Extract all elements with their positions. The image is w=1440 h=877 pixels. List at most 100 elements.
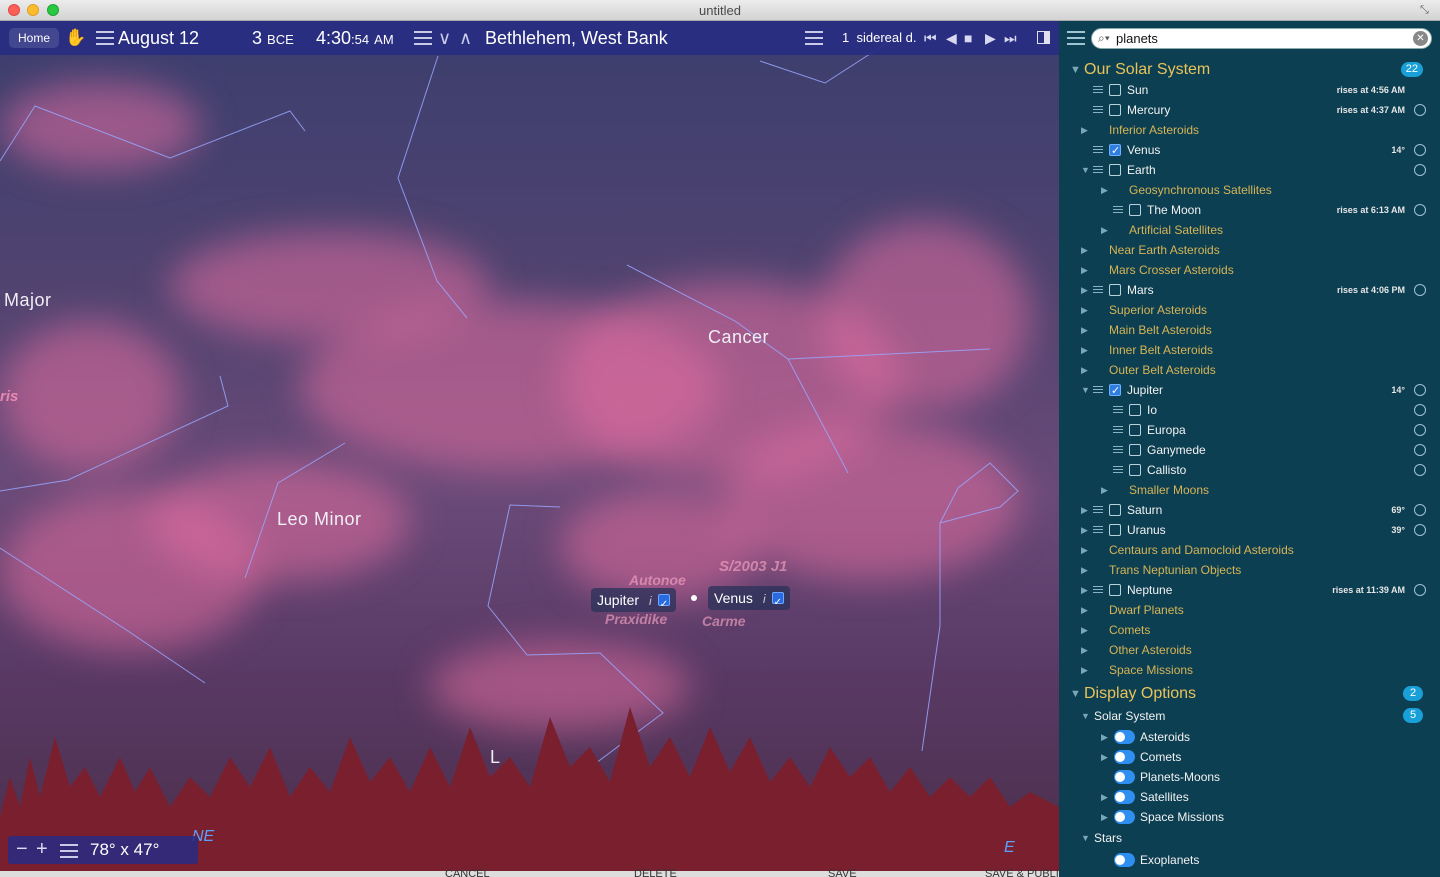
sidebar-row-mars[interactable]: ▶ Mars rises at 4:06 PM [1059, 280, 1440, 300]
visibility-checkbox[interactable] [1109, 504, 1121, 516]
drag-handle-icon[interactable] [1093, 166, 1103, 174]
display-option-planets-moons[interactable]: Planets-Moons [1059, 767, 1440, 787]
rate-menu-icon[interactable] [805, 31, 823, 45]
disclosure-down-icon[interactable]: ▼ [1081, 160, 1090, 180]
visibility-checkbox[interactable] [1109, 104, 1121, 116]
section-display-options[interactable]: ▼ Display Options 2 [1059, 683, 1440, 705]
display-option-satellites[interactable]: ▶ Satellites [1059, 787, 1440, 807]
disclosure-right-icon[interactable]: ▶ [1081, 260, 1088, 280]
sidebar-row-europa[interactable]: Europa [1059, 420, 1440, 440]
sidebar-row-trans-neptunian-objects[interactable]: ▶ Trans Neptunian Objects [1059, 560, 1440, 580]
disclosure-down-icon[interactable]: ▼ [1081, 380, 1090, 400]
drag-handle-icon[interactable] [1093, 86, 1103, 94]
location-field[interactable]: Bethlehem, West Bank [485, 21, 668, 55]
step-back-icon[interactable]: ◀ [946, 30, 957, 47]
target-circle-icon[interactable] [1414, 464, 1426, 476]
target-circle-icon[interactable] [1414, 584, 1426, 596]
disclosure-right-icon[interactable]: ▶ [1081, 600, 1088, 620]
display-option-asteroids[interactable]: ▶ Asteroids [1059, 727, 1440, 747]
stop-icon[interactable]: ■ [964, 30, 972, 46]
toggle-switch[interactable] [1114, 790, 1135, 804]
target-circle-icon[interactable] [1414, 524, 1426, 536]
time-field[interactable]: 4:30:54 AM [316, 21, 394, 55]
object-tag-jupiter[interactable]: Jupiter i [591, 588, 676, 617]
sidebar-row-smaller-moons[interactable]: ▶ Smaller Moons [1059, 480, 1440, 500]
sidebar-row-the-moon[interactable]: The Moon rises at 6:13 AM [1059, 200, 1440, 220]
disclosure-down-icon[interactable]: ▼ [1070, 59, 1081, 81]
moon-label-s2003j1[interactable]: S/2003 J1 [719, 558, 787, 575]
zoom-in-button[interactable]: + [36, 838, 48, 861]
visibility-checkbox[interactable] [1109, 141, 1121, 161]
disclosure-right-icon[interactable]: ▶ [1081, 560, 1088, 580]
drag-handle-icon[interactable] [1093, 386, 1103, 394]
sidebar-row-space-missions[interactable]: ▶ Space Missions [1059, 660, 1440, 680]
sidebar-row-sun[interactable]: Sun rises at 4:56 AM [1059, 80, 1440, 100]
display-solar-system[interactable]: ▼ Solar System 5 [1059, 706, 1440, 726]
constellation-label-cancer[interactable]: Cancer [708, 327, 769, 348]
location-menu-icon[interactable] [414, 31, 432, 45]
target-circle-icon[interactable] [1414, 284, 1426, 296]
target-circle-icon[interactable] [1414, 164, 1426, 176]
zoom-menu-icon[interactable] [60, 844, 78, 858]
target-circle-icon[interactable] [1414, 404, 1426, 416]
visibility-checkbox[interactable] [1109, 584, 1121, 596]
sidebar-row-main-belt-asteroids[interactable]: ▶ Main Belt Asteroids [1059, 320, 1440, 340]
disclosure-right-icon[interactable]: ▶ [1081, 500, 1088, 520]
sidebar-row-near-earth-asteroids[interactable]: ▶ Near Earth Asteroids [1059, 240, 1440, 260]
sidebar-toggle-icon[interactable] [1037, 31, 1050, 44]
disclosure-right-icon[interactable]: ▶ [1081, 540, 1088, 560]
drag-handle-icon[interactable] [1113, 446, 1123, 454]
date-menu-icon[interactable] [96, 31, 114, 45]
visibility-checkbox[interactable] [1129, 404, 1141, 416]
moon-label-autonoe[interactable]: Autonoe [629, 572, 686, 588]
object-tag-checkbox[interactable] [771, 591, 784, 615]
home-button[interactable]: Home [9, 28, 60, 48]
info-icon[interactable]: i [649, 594, 652, 608]
disclosure-right-icon[interactable]: ▶ [1101, 787, 1108, 807]
star-label-fragment[interactable]: ris [0, 388, 18, 405]
drag-handle-icon[interactable] [1113, 426, 1123, 434]
disclosure-right-icon[interactable]: ▶ [1101, 807, 1108, 827]
search-icon[interactable]: ⌕▾ [1098, 31, 1110, 46]
skip-forward-icon[interactable]: ⏭ [1004, 30, 1017, 47]
sidebar-menu-icon[interactable] [1067, 31, 1085, 45]
sidebar-row-neptune[interactable]: ▶ Neptune rises at 11:39 AM [1059, 580, 1440, 600]
disclosure-right-icon[interactable]: ▶ [1101, 220, 1108, 240]
year-field[interactable]: 3 BCE [252, 21, 294, 55]
display-option-space-missions[interactable]: ▶ Space Missions [1059, 807, 1440, 827]
disclosure-right-icon[interactable]: ▶ [1101, 727, 1108, 747]
visibility-checkbox[interactable] [1109, 84, 1121, 96]
sidebar-row-inferior-asteroids[interactable]: ▶ Inferior Asteroids [1059, 120, 1440, 140]
sky-view[interactable]: Major Cancer Leo Minor L ris Autonoe S/2… [0, 21, 1059, 877]
sidebar-row-artificial-satellites[interactable]: ▶ Artificial Satellites [1059, 220, 1440, 240]
save-button[interactable]: SAVE [828, 868, 857, 877]
visibility-checkbox[interactable] [1109, 524, 1121, 536]
sidebar-row-dwarf-planets[interactable]: ▶ Dwarf Planets [1059, 600, 1440, 620]
sidebar-row-mars-crosser-asteroids[interactable]: ▶ Mars Crosser Asteroids [1059, 260, 1440, 280]
drag-handle-icon[interactable] [1093, 286, 1103, 294]
search-input[interactable] [1116, 30, 1406, 47]
clear-search-icon[interactable]: ✕ [1413, 31, 1428, 46]
cancel-button[interactable]: CANCEL [445, 868, 490, 877]
disclosure-right-icon[interactable]: ▶ [1081, 300, 1088, 320]
disclosure-right-icon[interactable]: ▶ [1081, 240, 1088, 260]
target-circle-icon[interactable] [1414, 204, 1426, 216]
visibility-checkbox[interactable] [1129, 464, 1141, 476]
disclosure-right-icon[interactable]: ▶ [1081, 620, 1088, 640]
drag-handle-icon[interactable] [1093, 526, 1103, 534]
sidebar-row-uranus[interactable]: ▶ Uranus 39° [1059, 520, 1440, 540]
sidebar-row-callisto[interactable]: Callisto [1059, 460, 1440, 480]
moon-label-carme[interactable]: Carme [702, 613, 746, 629]
target-circle-icon[interactable] [1414, 104, 1426, 116]
sidebar-row-geosynchronous-satellites[interactable]: ▶ Geosynchronous Satellites [1059, 180, 1440, 200]
sidebar-row-earth[interactable]: ▼ Earth [1059, 160, 1440, 180]
visibility-checkbox[interactable] [1109, 381, 1121, 401]
toggle-switch[interactable] [1114, 853, 1135, 867]
display-option-exoplanets[interactable]: Exoplanets [1059, 850, 1440, 870]
rate-field[interactable]: 1 sidereal d. [842, 21, 916, 55]
sidebar-row-centaurs-and-damocloid-asteroids[interactable]: ▶ Centaurs and Damocloid Asteroids [1059, 540, 1440, 560]
toggle-switch[interactable] [1114, 750, 1135, 764]
object-tag-checkbox[interactable] [657, 593, 670, 617]
sidebar-row-superior-asteroids[interactable]: ▶ Superior Asteroids [1059, 300, 1440, 320]
moon-label-praxidike[interactable]: Praxidike [605, 611, 667, 627]
